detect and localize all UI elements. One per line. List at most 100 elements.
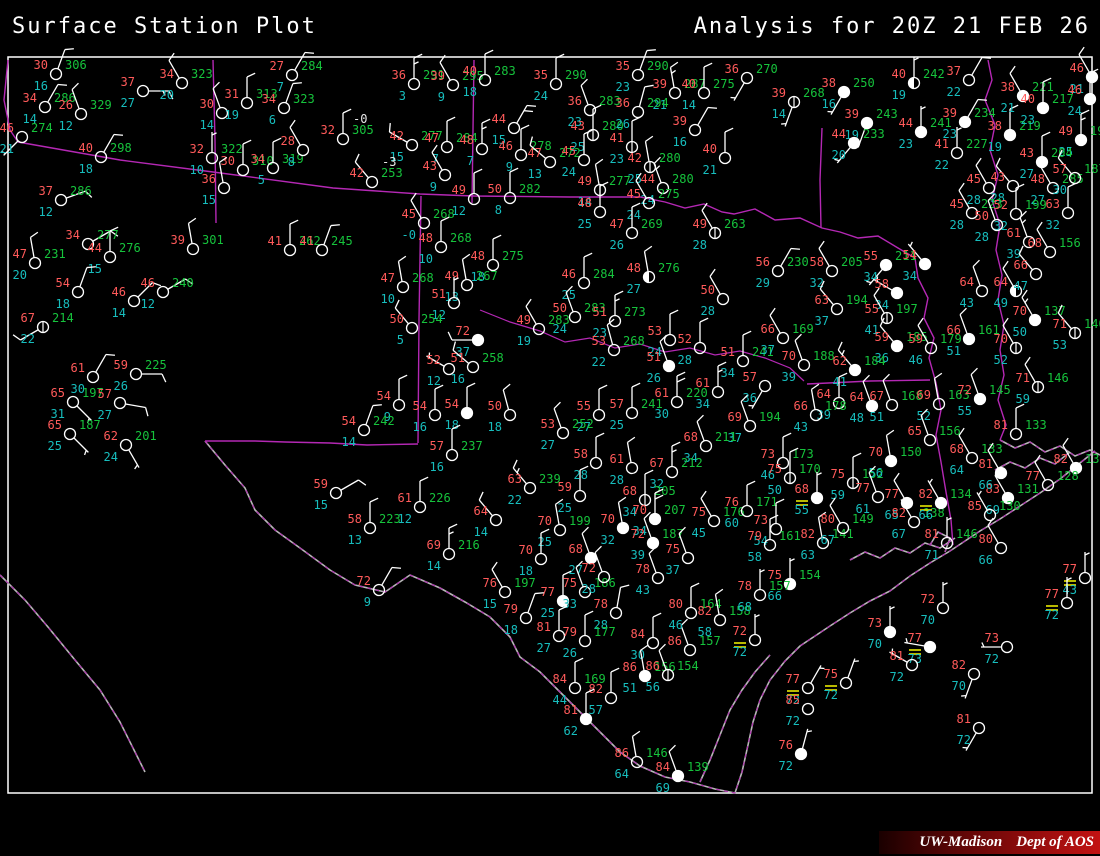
sky-cover-symbol — [709, 516, 720, 527]
station-dewpoint: 60 — [725, 516, 739, 530]
station-pressure: 230 — [787, 255, 809, 269]
sky-cover-symbol — [462, 280, 473, 291]
station-temperature: 40 — [463, 64, 477, 78]
station-pressure: 156 — [939, 424, 961, 438]
station-temperature: 51 — [593, 305, 607, 319]
station-dewpoint: 28 — [950, 218, 964, 232]
station-plot: 5126 — [647, 335, 675, 385]
sky-cover-symbol — [738, 356, 749, 367]
station-temperature: 65 — [51, 386, 65, 400]
station-temperature: 37 — [39, 184, 53, 198]
wind-barb — [30, 237, 34, 257]
station-dewpoint: 27 — [537, 641, 551, 655]
station-dewpoint: 70 — [868, 637, 882, 651]
station-dewpoint: 73 — [908, 652, 922, 666]
credit-banner: UW-Madison Dept of AOS — [879, 831, 1100, 854]
sky-cover-symbol — [1085, 94, 1096, 105]
station-dewpoint: 18 — [504, 623, 518, 637]
station-temperature: 49 — [693, 217, 707, 231]
station-pressure: 199 — [1025, 198, 1047, 212]
station-dewpoint: 16 — [822, 97, 836, 111]
station-plot: 5623029 — [756, 248, 809, 290]
station-dewpoint: 67 — [892, 527, 906, 541]
station-pressure: 156 — [1059, 236, 1081, 250]
wind-barb — [1020, 218, 1027, 237]
station-dewpoint: 19 — [892, 88, 906, 102]
station-pressure: 146 — [956, 527, 978, 541]
sky-cover-symbol — [1031, 269, 1042, 280]
station-plot: 6443 — [960, 260, 988, 310]
station-pressure: 149 — [852, 512, 874, 526]
station-temperature: 46 — [1068, 83, 1082, 97]
sky-cover-symbol — [925, 642, 936, 653]
station-temperature: 75 — [692, 505, 706, 519]
station-dewpoint: 28 — [967, 193, 981, 207]
sky-cover-symbol — [701, 441, 712, 452]
sky-cover-symbol — [975, 394, 986, 405]
station-temperature: 70 — [1013, 304, 1027, 318]
wind-barb — [581, 86, 588, 105]
sky-cover-symbol — [664, 361, 675, 372]
sky-cover-symbol — [881, 260, 892, 271]
station-pressure: 220 — [686, 386, 708, 400]
station-temperature: 40 — [1021, 92, 1035, 106]
station-dewpoint: 37 — [761, 343, 775, 357]
station-pressure: 276 — [119, 241, 141, 255]
station-pressure: 214 — [52, 311, 74, 325]
station-temperature: 35 — [616, 59, 630, 73]
station-dewpoint: 15 — [314, 498, 328, 512]
wind-barb — [644, 251, 648, 271]
sky-cover-symbol — [500, 587, 511, 598]
station-dewpoint: 18 — [79, 162, 93, 176]
station-pressure: 270 — [756, 62, 778, 76]
station-temperature: 70 — [519, 543, 533, 557]
station-temperature: 77 — [908, 631, 922, 645]
station-temperature: 59 — [314, 477, 328, 491]
station-pressure: 274 — [31, 121, 53, 135]
station-temperature: 47 — [381, 271, 395, 285]
station-temperature: 39 — [171, 233, 185, 247]
station-temperature: 72 — [958, 383, 972, 397]
sky-cover-symbol — [129, 296, 140, 307]
sky-cover-symbol — [618, 523, 629, 534]
station-temperature: 59 — [875, 330, 889, 344]
station-plot: 462789 — [499, 125, 552, 174]
sky-cover-symbol — [365, 523, 376, 534]
station-temperature: 36 — [616, 96, 630, 110]
station-temperature: 45 — [402, 207, 416, 221]
station-plot: 272847 — [270, 52, 323, 94]
station-dewpoint: 43 — [636, 583, 650, 597]
station-dewpoint: 28 — [582, 582, 596, 596]
sky-cover-symbol — [570, 312, 581, 323]
station-dewpoint: 10 — [419, 252, 433, 266]
station-temperature: 38 — [1001, 80, 1015, 94]
station-pressure: 237 — [461, 439, 483, 453]
station-temperature: 46 — [1070, 61, 1084, 75]
station-temperature: 82 — [801, 527, 815, 541]
sky-cover-symbol — [580, 636, 591, 647]
sky-cover-symbol — [579, 278, 590, 289]
station-temperature: 70 — [782, 349, 796, 363]
station-plot: 5028 — [701, 269, 729, 318]
station-dewpoint: 24 — [553, 322, 567, 336]
station-dewpoint: 14 — [682, 98, 696, 112]
station-temperature: 73 — [761, 447, 775, 461]
station-temperature: 35 — [534, 68, 548, 82]
station-pressure: 286 — [70, 184, 92, 198]
sky-cover-symbol — [778, 333, 789, 344]
station-temperature: 53 — [648, 324, 662, 338]
station-dewpoint: 16 — [430, 460, 444, 474]
wind-barb — [398, 261, 402, 281]
station-dewpoint: 9 — [438, 90, 445, 104]
station-plot-map[interactable]: 3030616342861426329124627421402981837286… — [0, 0, 1100, 856]
sky-cover-symbol — [977, 286, 988, 297]
station-pressure: 225 — [145, 358, 167, 372]
station-temperature: 49 — [517, 313, 531, 327]
wind-barb — [734, 83, 744, 101]
station-temperature: 39 — [845, 107, 859, 121]
sky-cover-symbol — [51, 69, 62, 80]
sky-cover-symbol — [1076, 135, 1087, 146]
station-pressure: 199 — [569, 514, 591, 528]
station-dewpoint: 15 — [483, 597, 497, 611]
station-pressure: 177 — [594, 625, 616, 639]
